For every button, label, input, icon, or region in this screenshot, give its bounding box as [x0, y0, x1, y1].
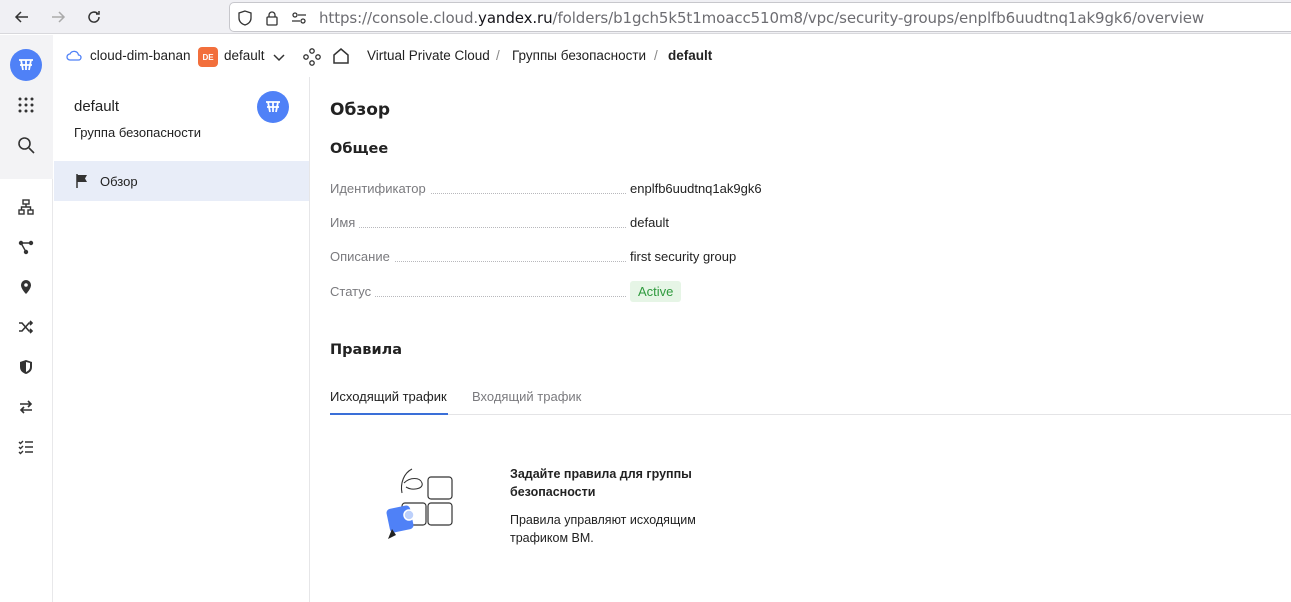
routes-icon[interactable] [15, 236, 37, 258]
reload-icon[interactable] [82, 5, 106, 29]
property-row: Идентификатор enplfb6uudtnq1ak9gk6 [330, 181, 770, 199]
property-label: Идентификатор [330, 181, 430, 196]
property-row: Описание first security group [330, 249, 770, 267]
shield-icon[interactable] [236, 9, 254, 27]
property-value: enplfb6uudtnq1ak9gk6 [630, 181, 762, 196]
resource-panel: default Группа безопасности Обзор [54, 77, 310, 602]
property-row: Статус Active [330, 281, 770, 302]
general-heading: Общее [330, 141, 389, 157]
cloud-icon[interactable] [66, 49, 82, 64]
property-value: first security group [630, 249, 737, 264]
empty-state-text: Правила управляют исходящим трафиком ВМ. [510, 513, 696, 545]
network-icon[interactable] [15, 196, 37, 218]
back-icon[interactable] [10, 5, 34, 29]
service-logo-icon [257, 91, 289, 123]
main-content: Обзор Общее Идентификатор enplfb6uudtnq1… [310, 77, 1291, 602]
checklist-icon[interactable] [15, 436, 37, 458]
page-title: Обзор [330, 100, 391, 120]
breadcrumb-separator: / [496, 48, 500, 63]
property-label: Описание [330, 249, 394, 264]
empty-state-illustration [386, 468, 453, 539]
folder-badge: DE [198, 47, 218, 67]
flag-icon [74, 173, 90, 194]
location-pin-icon[interactable] [15, 276, 37, 298]
chevron-down-icon[interactable] [273, 50, 285, 65]
url-text[interactable]: https://console.cloud.yandex.ru/folders/… [319, 9, 1204, 27]
browser-toolbar: https://console.cloud.yandex.ru/folders/… [0, 0, 1291, 34]
status-badge: Active [630, 281, 682, 302]
rules-tabs: Исходящий трафик Входящий трафик [330, 385, 1291, 415]
shield-icon[interactable] [15, 356, 37, 378]
breadcrumb-security-groups[interactable]: Группы безопасности [512, 48, 646, 63]
services-map-icon[interactable] [303, 48, 321, 69]
forward-icon[interactable] [46, 5, 70, 29]
shuffle-icon[interactable] [15, 316, 37, 338]
rules-heading: Правила [330, 342, 403, 358]
address-bar[interactable]: https://console.cloud.yandex.ru/folders/… [229, 2, 1291, 32]
all-services-icon[interactable] [15, 94, 37, 116]
property-label: Статус [330, 284, 376, 299]
cloud-logo-icon[interactable] [10, 49, 42, 81]
nav-item-overview[interactable]: Обзор [54, 161, 309, 201]
transfer-icon[interactable] [15, 396, 37, 418]
tab-ingress[interactable]: Входящий трафик [472, 389, 581, 404]
property-row: Имя default [330, 215, 770, 233]
console-header: cloud-dim-banan DE default Virtual Priva… [54, 35, 1291, 77]
left-rail [0, 35, 53, 602]
dotted-leader [330, 227, 626, 228]
tab-egress[interactable]: Исходящий трафик [330, 389, 447, 404]
breadcrumb-vpc[interactable]: Virtual Private Cloud [367, 48, 490, 63]
breadcrumb-current: default [668, 48, 713, 63]
cloud-selector[interactable]: cloud-dim-banan [90, 48, 191, 63]
empty-state-title: Задайте правила для группы безопасности [510, 467, 692, 499]
search-icon[interactable] [15, 134, 37, 156]
breadcrumb-separator: / [654, 48, 658, 63]
home-icon[interactable] [332, 47, 350, 68]
resource-title: default [74, 98, 120, 115]
property-value: default [630, 215, 670, 230]
folder-selector[interactable]: default [224, 48, 265, 63]
lock-icon[interactable] [263, 9, 281, 27]
nav-item-label: Обзор [100, 174, 138, 189]
resource-type: Группа безопасности [74, 125, 201, 140]
property-label: Имя [330, 215, 360, 230]
active-tab-indicator [330, 413, 448, 415]
permissions-icon[interactable] [290, 9, 308, 27]
